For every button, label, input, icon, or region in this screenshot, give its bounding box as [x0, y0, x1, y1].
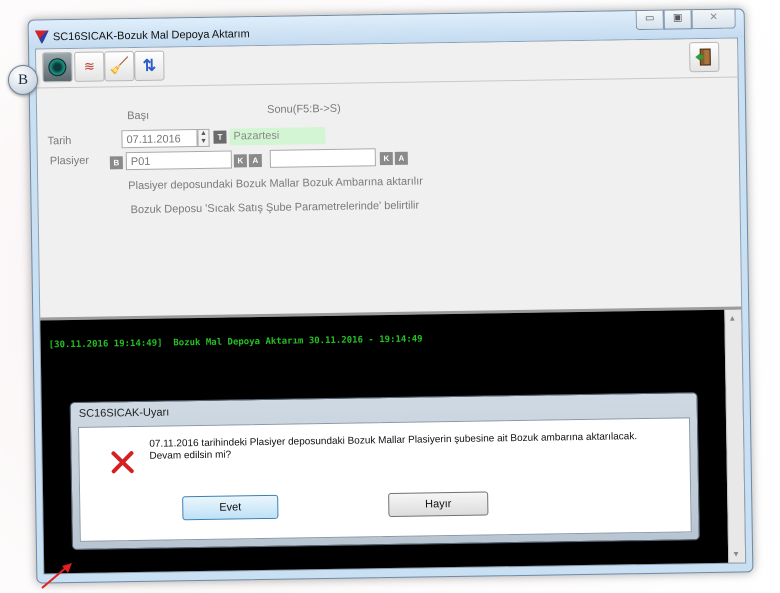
toolbar: ≋ 🧹 ⇅	[36, 38, 738, 89]
info-note-2: Bozuk Deposu 'Sıcak Satış Şube Parametre…	[130, 199, 420, 217]
b-button[interactable]: B	[109, 156, 123, 170]
day-field: Pazartesi	[229, 127, 326, 146]
app-logo-icon	[35, 30, 49, 44]
no-button[interactable]: Hayır	[388, 491, 489, 518]
info-note-1: Plasiyer deposundaki Bozuk Mallar Bozuk …	[128, 175, 424, 193]
dialog-body: 07.11.2016 tarihindeki Plasiyer deposund…	[78, 417, 692, 542]
yes-button[interactable]: Evet	[182, 494, 279, 521]
plasiyer-end-input[interactable]	[269, 148, 376, 168]
tarih-label: Tarih	[47, 134, 72, 148]
transfer-button[interactable]: ⇅	[134, 50, 165, 81]
clear-button[interactable]: 🧹	[104, 50, 135, 82]
plasiyer-start-input[interactable]: P01	[125, 150, 232, 171]
scroll-down-icon[interactable]: ▼	[732, 550, 740, 559]
maximize-button[interactable]: ▣	[663, 10, 692, 30]
dialog-title: SC16SICAK-Uyarı	[78, 406, 170, 420]
start-column-label: Başı	[127, 109, 150, 123]
brush-icon: 🧹	[109, 58, 130, 76]
annotation-badge: B	[8, 65, 38, 95]
log-console: [30.11.2016 19:14:49] Bozuk Mal Depoya A…	[40, 309, 746, 574]
run-button[interactable]	[42, 51, 73, 83]
annotation-arrow-icon	[41, 563, 72, 589]
window-title: SC16SICAK-Bozuk Mal Depoya Aktarım	[52, 28, 250, 44]
minimize-button[interactable]: ▭	[635, 10, 664, 31]
a-button-end[interactable]: A	[394, 151, 408, 165]
dialog-message: 07.11.2016 tarihindeki Plasiyer deposund…	[149, 431, 638, 462]
exit-door-icon	[695, 48, 711, 66]
close-button[interactable]: ✕	[691, 9, 736, 30]
list-icon: ≋	[83, 58, 95, 74]
k-button-end[interactable]: K	[379, 151, 393, 166]
confirm-dialog: SC16SICAK-Uyarı 07.11.2016 tarihindeki P…	[69, 392, 700, 551]
exit-button[interactable]	[689, 41, 720, 73]
tarih-input[interactable]: 07.11.2016	[121, 129, 198, 149]
console-scrollbar[interactable]: ▲ ▼	[724, 309, 746, 563]
log-line: [30.11.2016 19:14:49] Bozuk Mal Depoya A…	[48, 334, 423, 351]
client-area: ≋ 🧹 ⇅ Başı Sonu(F5:B->S) Tarih 07.11.201…	[35, 37, 747, 575]
tarih-spinner[interactable]: ▲ ▼	[197, 128, 210, 148]
list-button[interactable]: ≋	[74, 51, 105, 82]
scroll-up-icon[interactable]: ▲	[728, 314, 736, 323]
dial-icon	[48, 58, 67, 77]
app-window: SC16SICAK-Bozuk Mal Depoya Aktarım ▭ ▣ ✕…	[27, 8, 754, 584]
end-column-label: Sonu(F5:B->S)	[266, 102, 341, 116]
error-x-icon	[111, 451, 134, 474]
t-button[interactable]: T	[213, 130, 227, 144]
k-button-start[interactable]: K	[233, 154, 247, 168]
transfer-icon: ⇅	[142, 57, 157, 75]
window-controls: ▭ ▣ ✕	[635, 9, 736, 31]
plasiyer-label: Plasiyer	[49, 154, 90, 168]
a-button-start[interactable]: A	[248, 154, 262, 168]
